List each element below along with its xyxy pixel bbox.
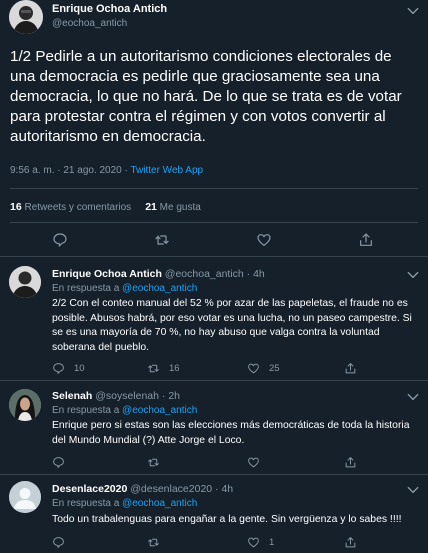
share-icon[interactable] — [358, 232, 374, 248]
likes-label: Me gusta — [159, 202, 201, 213]
retweet-icon — [148, 458, 159, 466]
reply-actions: 1 — [52, 534, 412, 550]
reply-author[interactable]: Selenah @soyselenah · 2h — [52, 390, 180, 402]
like-button[interactable]: 1 — [247, 534, 274, 550]
in-reply-link[interactable]: @eochoa_antich — [122, 405, 197, 416]
reply-author-handle: @desenlace2020 · 4h — [130, 483, 234, 495]
avatar-photo — [9, 0, 43, 34]
divider — [0, 380, 428, 381]
retweet-count: 16 — [169, 362, 180, 374]
chevron-down-icon[interactable] — [406, 268, 420, 282]
divider — [0, 256, 428, 257]
tweet-stats: 16 Retweets y comentarios 21 Me gusta — [10, 201, 201, 213]
reply-icon — [53, 536, 64, 548]
retweet-icon — [148, 364, 159, 372]
reply-button[interactable] — [52, 454, 74, 470]
retweets-stat[interactable]: 16 Retweets y comentarios — [10, 201, 132, 213]
reply-text: Enrique pero si estas son las elecciones… — [52, 420, 410, 446]
retweet-button[interactable]: 16 — [147, 360, 180, 376]
reply-author-handle: @eochoa_antich · 4h — [164, 268, 265, 280]
retweets-count: 16 — [10, 201, 22, 213]
share-button[interactable] — [344, 360, 366, 376]
retweet-icon — [148, 538, 159, 546]
like-button[interactable]: 25 — [247, 360, 280, 376]
reply-icon — [53, 456, 64, 468]
likes-stat[interactable]: 21 Me gusta — [145, 201, 201, 213]
reply-button[interactable] — [52, 534, 74, 550]
share-button[interactable] — [344, 534, 366, 550]
chevron-down-icon[interactable] — [406, 390, 420, 404]
reply-text: 2/2 Con el conteo manual del 52 % por az… — [52, 298, 412, 353]
in-reply-prefix: En respuesta a — [52, 405, 123, 416]
reply-author-name: Desenlace2020 — [52, 483, 128, 495]
avatar-photo — [9, 389, 41, 421]
tweet-timestamp: 9:56 a. m. · 21 ago. 2020 · Twitter Web … — [10, 165, 203, 176]
main-tweet-actions — [0, 228, 428, 252]
reply-count: 10 — [74, 362, 85, 374]
author-handle[interactable]: @eochoa_antich — [52, 18, 127, 29]
reply-author-handle: @soyselenah · 2h — [95, 390, 180, 402]
reply-author[interactable]: Enrique Ochoa Antich @eochoa_antich · 4h — [52, 268, 265, 280]
avatar[interactable] — [9, 0, 43, 34]
retweet-icon[interactable] — [154, 232, 170, 248]
tweet-page: Enrique Ochoa Antich @eochoa_antich 1/2 … — [0, 0, 428, 553]
reply-button[interactable]: 10 — [52, 360, 85, 376]
timestamp-text[interactable]: 9:56 a. m. · 21 ago. 2020 · — [10, 165, 130, 176]
reply-text: Todo un trabalenguas para engañar a la g… — [52, 514, 402, 525]
tweet-source[interactable]: Twitter Web App — [130, 165, 203, 176]
like-count: 25 — [269, 362, 280, 374]
avatar[interactable] — [9, 481, 41, 513]
retweet-button[interactable] — [147, 534, 169, 550]
reply-author-name: Enrique Ochoa Antich — [52, 268, 162, 280]
in-reply-to: En respuesta a @eochoa_antich — [52, 498, 197, 509]
share-button[interactable] — [344, 454, 366, 470]
share-icon — [345, 536, 356, 547]
divider — [10, 188, 418, 189]
retweet-button[interactable] — [147, 454, 169, 470]
in-reply-to: En respuesta a @eochoa_antich — [52, 405, 197, 416]
reply-actions: 10 16 25 — [52, 360, 412, 376]
tweet-text: 1/2 Pedirle a un autoritarismo condicion… — [10, 48, 402, 145]
main-tweet-header: Enrique Ochoa Antich @eochoa_antich — [0, 0, 428, 34]
like-icon — [248, 363, 259, 373]
author-name[interactable]: Enrique Ochoa Antich — [52, 3, 167, 15]
in-reply-prefix: En respuesta a — [52, 498, 123, 509]
in-reply-link[interactable]: @eochoa_antich — [122, 283, 197, 294]
like-icon — [248, 537, 259, 547]
divider — [10, 222, 418, 223]
reply-icon — [53, 362, 64, 374]
avatar[interactable] — [9, 266, 41, 298]
like-icon — [248, 457, 259, 467]
share-icon — [345, 362, 356, 373]
like-count: 1 — [269, 536, 275, 548]
avatar-photo — [9, 266, 41, 298]
avatar[interactable] — [9, 389, 41, 421]
like-icon[interactable] — [256, 232, 272, 248]
in-reply-prefix: En respuesta a — [52, 283, 123, 294]
in-reply-to: En respuesta a @eochoa_antich — [52, 283, 197, 294]
in-reply-link[interactable]: @eochoa_antich — [122, 498, 197, 509]
reply-icon[interactable] — [52, 232, 68, 248]
chevron-down-icon[interactable] — [406, 483, 420, 497]
chevron-down-icon[interactable] — [406, 4, 420, 18]
likes-count: 21 — [145, 201, 157, 213]
retweets-label: Retweets y comentarios — [24, 202, 132, 213]
share-icon — [345, 456, 356, 467]
divider — [0, 474, 428, 475]
reply-actions — [52, 454, 412, 470]
reply-author-name: Selenah — [52, 390, 93, 402]
default-avatar-icon — [9, 481, 41, 513]
reply-author[interactable]: Desenlace2020 @desenlace2020 · 4h — [52, 483, 233, 495]
like-button[interactable] — [247, 454, 269, 470]
